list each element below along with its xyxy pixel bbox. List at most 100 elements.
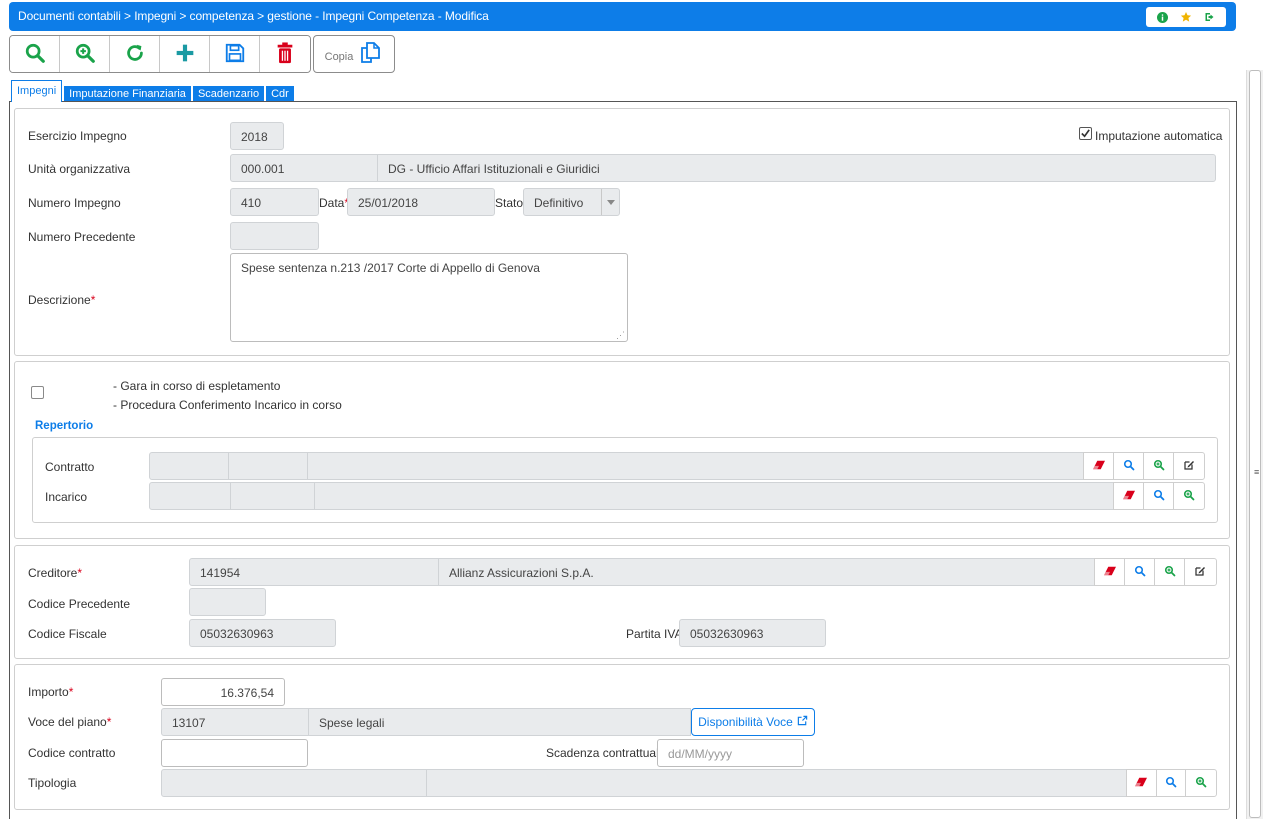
voce-code-field[interactable]: 13107: [161, 708, 309, 736]
search-icon: [1134, 565, 1146, 580]
main-toolbar: [9, 35, 311, 73]
codice-precedente-label: Codice Precedente: [28, 597, 131, 611]
zoom-in-icon: [74, 42, 96, 67]
incarico-search-button[interactable]: [1144, 483, 1174, 509]
tipologia-zoom-button[interactable]: [1186, 770, 1216, 796]
external-link-icon: [797, 715, 808, 729]
search-icon: [1153, 489, 1165, 504]
tab-impegni[interactable]: Impegni: [11, 80, 63, 102]
repertorio-box: [32, 437, 1218, 523]
tipologia-field-2[interactable]: [426, 769, 1127, 797]
contratto-edit-button[interactable]: [1174, 453, 1204, 479]
codice-precedente-field[interactable]: [189, 588, 266, 616]
breadcrumb: Documenti contabili > Impegni > competen…: [18, 9, 489, 23]
eraser-icon: [1103, 565, 1116, 579]
resize-grip-icon[interactable]: ⋰: [616, 330, 625, 341]
tipologia-label: Tipologia: [28, 776, 77, 790]
save-button[interactable]: [210, 36, 260, 72]
incarico-field-2[interactable]: [230, 482, 315, 510]
unita-desc-field[interactable]: DG - Ufficio Affari Istituzionali e Giur…: [377, 154, 1216, 182]
stato-label: Stato: [495, 196, 524, 210]
tipologia-field-1[interactable]: [161, 769, 427, 797]
scadenza-placeholder: dd/MM/yyyy: [668, 747, 733, 761]
numero-field[interactable]: 410: [230, 188, 319, 216]
search-icon: [24, 42, 46, 67]
scrollbar-thumb[interactable]: ≡: [1249, 70, 1261, 818]
refresh-button[interactable]: [110, 36, 160, 72]
contratto-field-3[interactable]: [307, 452, 1084, 480]
data-label: Data*: [319, 196, 349, 210]
contratto-zoom-button[interactable]: [1144, 453, 1174, 479]
trash-icon: [275, 41, 295, 67]
info-icon[interactable]: [1155, 10, 1169, 24]
refresh-icon: [124, 42, 146, 67]
incarico-zoom-button[interactable]: [1174, 483, 1204, 509]
zoom-search-button[interactable]: [60, 36, 110, 72]
codice-fiscale-label: Codice Fiscale: [28, 627, 107, 641]
chevron-down-icon[interactable]: [601, 189, 619, 215]
contratto-search-button[interactable]: [1114, 453, 1144, 479]
scadenza-field[interactable]: dd/MM/yyyy: [657, 739, 804, 767]
creditore-actions: [1094, 558, 1217, 586]
imputazione-label: Imputazione automatica: [1095, 129, 1223, 143]
creditore-zoom-button[interactable]: [1155, 559, 1185, 585]
descrizione-textarea[interactable]: Spese sentenza n.213 /2017 Corte di Appe…: [230, 253, 628, 342]
edit-icon: [1194, 565, 1206, 580]
creditore-code-field[interactable]: 141954: [189, 558, 439, 586]
copy-button[interactable]: Copia: [313, 35, 395, 73]
plus-icon: [175, 43, 195, 66]
creditore-clear-button[interactable]: [1095, 559, 1125, 585]
codice-contratto-field[interactable]: [161, 739, 308, 767]
creditore-name-field[interactable]: Allianz Assicurazioni S.p.A.: [438, 558, 1095, 586]
codice-fiscale-field[interactable]: 05032630963: [189, 619, 336, 647]
delete-button[interactable]: [260, 36, 310, 72]
copy-icon: [359, 41, 383, 68]
creditore-search-button[interactable]: [1125, 559, 1155, 585]
esercizio-field[interactable]: 2018: [230, 122, 284, 150]
search-icon: [1165, 776, 1177, 791]
contratto-clear-button[interactable]: [1084, 453, 1114, 479]
tipologia-search-button[interactable]: [1157, 770, 1187, 796]
unita-code-field[interactable]: 000.001: [230, 154, 378, 182]
precedente-label: Numero Precedente: [28, 230, 136, 244]
vertical-scrollbar[interactable]: ≡: [1246, 70, 1263, 819]
data-field[interactable]: 25/01/2018: [347, 188, 495, 216]
tab-bar: Impegni Imputazione Finanziaria Scadenza…: [11, 80, 296, 102]
disponibilita-voce-button[interactable]: Disponibilità Voce: [691, 708, 815, 736]
voce-label: Voce del piano*: [28, 715, 112, 729]
grip-icon: ≡: [1254, 467, 1260, 477]
voce-desc-field[interactable]: Spese legali: [308, 708, 691, 736]
partita-iva-field[interactable]: 05032630963: [679, 619, 826, 647]
incarico-field-3[interactable]: [314, 482, 1114, 510]
logout-icon[interactable]: [1203, 10, 1217, 24]
gara-line-2: - Procedura Conferimento Incarico in cor…: [113, 398, 342, 412]
contratto-field-2[interactable]: [228, 452, 308, 480]
esercizio-label: Esercizio Impegno: [28, 129, 127, 143]
imputazione-checkbox[interactable]: [1079, 127, 1092, 140]
contratto-field-1[interactable]: [149, 452, 229, 480]
add-button[interactable]: [160, 36, 210, 72]
incarico-clear-button[interactable]: [1114, 483, 1144, 509]
tipologia-clear-button[interactable]: [1127, 770, 1157, 796]
descrizione-text: Spese sentenza n.213 /2017 Corte di Appe…: [241, 261, 540, 275]
title-actions: [1146, 7, 1226, 27]
tab-scadenzario[interactable]: Scadenzario: [192, 86, 265, 102]
search-button[interactable]: [10, 36, 60, 72]
stato-value: Definitivo: [534, 196, 584, 210]
disponibilita-label: Disponibilità Voce: [698, 715, 793, 729]
descrizione-label: Descrizione*: [28, 293, 96, 307]
zoom-in-icon: [1183, 489, 1195, 504]
save-icon: [224, 42, 246, 67]
tab-imputazione-finanziaria[interactable]: Imputazione Finanziaria: [64, 86, 191, 102]
importo-label: Importo*: [28, 685, 74, 699]
zoom-in-icon: [1164, 565, 1176, 580]
tab-cdr[interactable]: Cdr: [266, 86, 294, 102]
importo-field[interactable]: 16.376,54: [161, 678, 285, 706]
precedente-field[interactable]: [230, 222, 319, 250]
star-icon[interactable]: [1179, 10, 1193, 24]
gara-checkbox[interactable]: [31, 386, 44, 399]
eraser-icon: [1092, 459, 1105, 473]
creditore-edit-button[interactable]: [1185, 559, 1215, 585]
eraser-icon: [1122, 489, 1135, 503]
incarico-field-1[interactable]: [149, 482, 231, 510]
